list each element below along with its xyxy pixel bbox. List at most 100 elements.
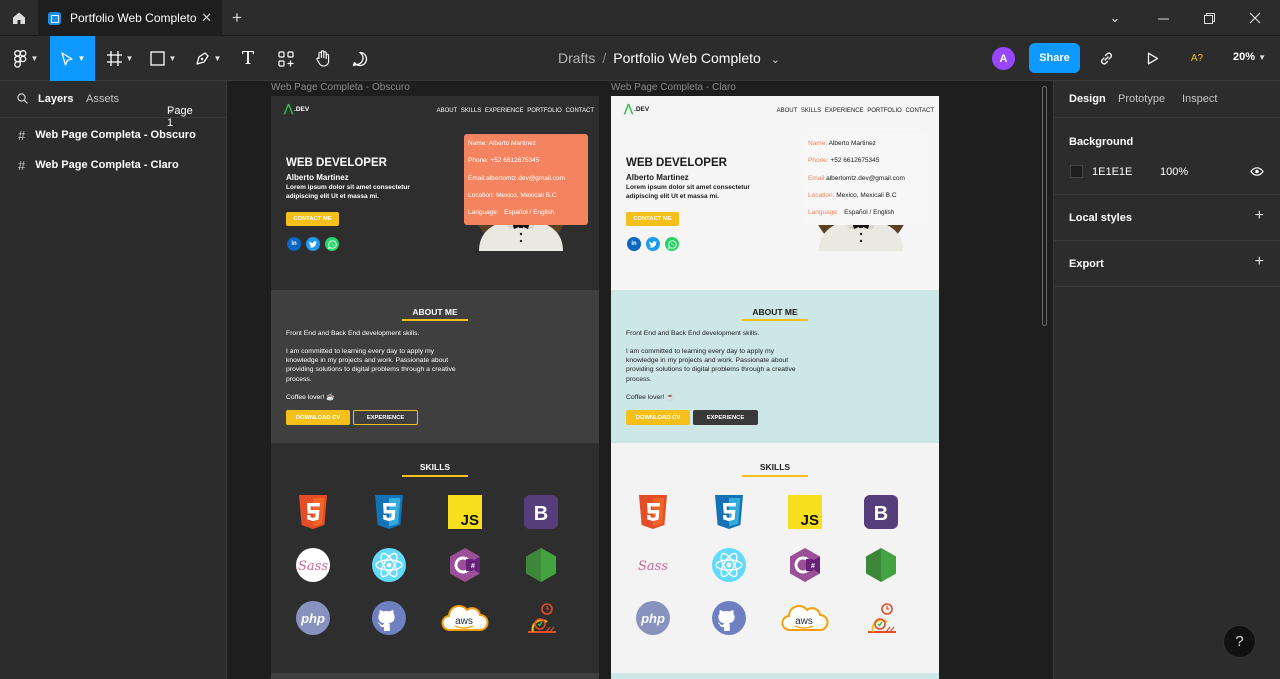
- info-language: Language: Español / English: [468, 209, 555, 217]
- about-p3: Coffee lover! ☕: [286, 394, 335, 401]
- shape-tool[interactable]: ▼: [143, 36, 183, 81]
- nodejs-icon: [522, 546, 560, 584]
- file-menu-chevron-icon[interactable]: ⌄: [771, 54, 780, 66]
- tab-prototype[interactable]: Prototype: [1118, 93, 1165, 105]
- breadcrumb: Drafts / Portfolio Web Completo ⌄: [558, 50, 780, 66]
- svg-text:#: #: [811, 563, 815, 570]
- missing-fonts-button[interactable]: A?: [1183, 36, 1211, 81]
- move-tool[interactable]: ▼: [50, 36, 95, 81]
- hero-description: Lorem ipsum dolor sit amet consectetur a…: [286, 184, 410, 200]
- site-logo: ⋀ .DEV: [284, 103, 310, 115]
- react-icon: [370, 546, 408, 584]
- tab-assets[interactable]: Assets: [86, 93, 119, 105]
- about-p1: Front End and Back End development skill…: [626, 330, 760, 337]
- background-label: Background: [1069, 136, 1134, 148]
- svg-text:#: #: [471, 563, 475, 570]
- svg-text:JS: JS: [801, 512, 819, 529]
- main-menu-button[interactable]: ▼: [6, 36, 46, 81]
- layers-panel: Layers Assets Page 1 ⌄ # Web Page Comple…: [0, 81, 227, 679]
- experience-button: EXPERIENCE: [353, 410, 418, 425]
- html5-icon: [294, 493, 332, 531]
- layer-label: Web Page Completa - Obscuro: [35, 129, 196, 141]
- info-location: Location: Mexico, Mexicali B.C: [468, 191, 557, 199]
- file-tab[interactable]: Portfolio Web Completo ✕: [38, 0, 222, 36]
- tab-design[interactable]: Design: [1069, 93, 1106, 105]
- add-export-plus-icon[interactable]: +: [1255, 253, 1264, 271]
- text-tool[interactable]: T: [234, 36, 262, 81]
- bg-hex-input[interactable]: 1E1E1E: [1092, 166, 1132, 178]
- pen-tool[interactable]: ▼: [188, 36, 228, 81]
- toolbar: ▼ ▼ ▼ ▼ ▼ T Drafts / Portfolio Web Complet…: [0, 36, 1280, 81]
- file-name[interactable]: Portfolio Web Completo: [613, 50, 761, 66]
- about-underline: [402, 319, 468, 321]
- resources-tool[interactable]: [272, 36, 300, 81]
- info-phone: Phone: +52 6612675345: [468, 157, 540, 165]
- background-section: Background 1E1E1E 100%: [1054, 118, 1280, 195]
- breadcrumb-drafts[interactable]: Drafts: [558, 50, 595, 66]
- bg-opacity-input[interactable]: 100%: [1160, 166, 1188, 178]
- tab-layers[interactable]: Layers: [38, 93, 73, 105]
- info-location: Location: Mexico, Mexicali B.C: [808, 191, 897, 199]
- svg-text:php: php: [300, 611, 325, 626]
- download-cv-button: DOWNLOAD CV: [626, 410, 690, 425]
- twitter-icon: [306, 237, 320, 251]
- about-title: ABOUT ME: [752, 307, 798, 317]
- new-tab-button[interactable]: +: [232, 8, 242, 28]
- breadcrumb-separator: /: [602, 50, 607, 66]
- frame-label-claro[interactable]: Web Page Completa - Claro: [611, 82, 736, 93]
- aws-icon: aws: [779, 599, 831, 637]
- about-p3: Coffee lover! ☕: [626, 394, 675, 401]
- search-icon[interactable]: [17, 93, 28, 104]
- layer-item-claro[interactable]: # Web Page Completa - Claro: [0, 150, 226, 180]
- hero-title: WEB DEVELOPER: [626, 157, 727, 169]
- canvas-scrollbar[interactable]: [1042, 86, 1047, 326]
- csharp-icon: #: [786, 546, 824, 584]
- css3-icon: [710, 493, 748, 531]
- frame-icon: #: [18, 127, 26, 143]
- add-style-plus-icon[interactable]: +: [1255, 207, 1264, 225]
- zoom-level[interactable]: 20% ▼: [1233, 51, 1266, 63]
- comment-tool[interactable]: [346, 36, 374, 81]
- hand-tool[interactable]: [309, 36, 337, 81]
- file-tab-title: Portfolio Web Completo: [70, 11, 197, 25]
- close-window-button[interactable]: [1232, 0, 1278, 36]
- tab-inspect[interactable]: Inspect: [1182, 93, 1217, 105]
- home-icon[interactable]: [0, 0, 38, 36]
- avatar[interactable]: A: [992, 47, 1015, 70]
- frame-label-obscuro[interactable]: Web Page Completa - Obscuro: [271, 82, 410, 93]
- link-icon[interactable]: [1092, 36, 1120, 81]
- local-styles-label: Local styles: [1069, 212, 1132, 224]
- share-button[interactable]: Share: [1029, 43, 1080, 73]
- present-play-icon[interactable]: [1139, 36, 1167, 81]
- twitter-icon: [646, 237, 660, 251]
- comment-icon: [352, 51, 368, 66]
- eye-icon[interactable]: [1250, 167, 1264, 176]
- info-name: Name: Alberto Martinez: [808, 140, 876, 147]
- chevron-down-icon[interactable]: ⌄: [1092, 0, 1138, 36]
- close-tab-icon[interactable]: ✕: [201, 10, 212, 26]
- pen-icon: [195, 52, 209, 65]
- skills-underline: [742, 475, 808, 477]
- cursor-icon: [60, 51, 73, 66]
- color-swatch[interactable]: [1070, 165, 1083, 178]
- svg-text:php: php: [640, 611, 665, 626]
- frame-claro[interactable]: ⋀ .DEV ABOUT SKILLS EXPERIENCE PORTFOLIO …: [611, 96, 939, 679]
- site-nav: ⋀ .DEV ABOUT SKILLS EXPERIENCE PORTFOLIO …: [284, 104, 594, 118]
- javascript-icon: JS: [446, 493, 484, 531]
- svg-text:JS: JS: [461, 512, 479, 529]
- about-underline: [742, 319, 808, 321]
- skills-underline: [402, 475, 468, 477]
- react-icon: [710, 546, 748, 584]
- about-p2: I am committed to learning every day to …: [626, 348, 796, 383]
- svg-text:Sass: Sass: [298, 559, 328, 574]
- performance-icon: [522, 599, 560, 637]
- minimize-button[interactable]: [1140, 0, 1186, 36]
- frame-icon: #: [18, 157, 26, 173]
- left-panel-tabs: Layers Assets Page 1 ⌄: [0, 81, 226, 129]
- restore-button[interactable]: [1186, 0, 1232, 36]
- frame-tool[interactable]: ▼: [100, 36, 140, 81]
- canvas[interactable]: Web Page Completa - Obscuro Web Page Com…: [227, 81, 1053, 679]
- help-button[interactable]: ?: [1223, 625, 1256, 658]
- frame-obscuro[interactable]: ⋀ .DEV ABOUT SKILLS EXPERIENCE PORTFOLIO …: [271, 96, 599, 679]
- skills-title: SKILLS: [419, 462, 451, 472]
